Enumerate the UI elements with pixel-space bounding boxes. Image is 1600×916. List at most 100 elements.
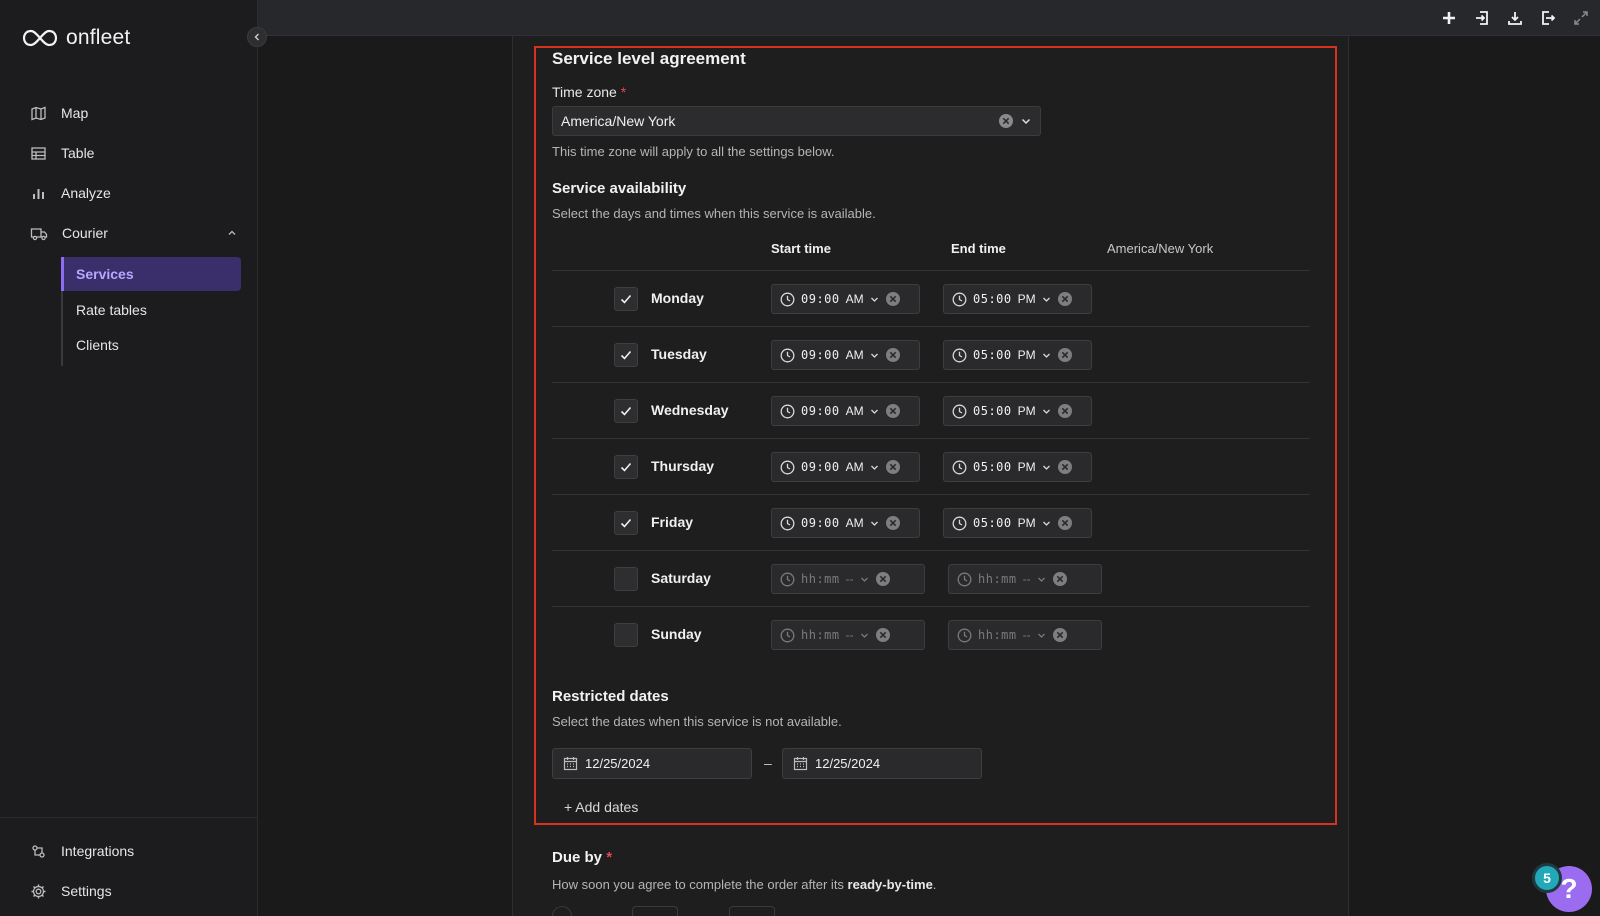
clear-icon[interactable] <box>885 347 901 363</box>
logo-text: onfleet <box>66 26 131 49</box>
clear-icon[interactable] <box>1057 347 1073 363</box>
clear-icon[interactable] <box>1052 571 1068 587</box>
chevron-down-icon <box>870 297 878 302</box>
table-icon <box>31 146 46 160</box>
bar-chart-icon <box>33 188 44 199</box>
due-by-title: Due by * <box>552 849 613 866</box>
clear-icon[interactable] <box>1057 515 1073 531</box>
chevron-up-icon[interactable] <box>227 228 237 238</box>
clock-icon <box>952 460 967 474</box>
date-from-value: 12/25/2024 <box>585 756 651 771</box>
sidebar-item-rate-tables[interactable]: Rate tables <box>63 293 243 327</box>
end-time-value: 05:00 <box>973 404 1012 418</box>
clear-icon[interactable] <box>1057 459 1073 475</box>
sidebar-item-clients[interactable]: Clients <box>63 328 243 362</box>
import-icon[interactable] <box>1473 9 1491 27</box>
start-time-picker[interactable]: 09:00 AM <box>771 452 920 482</box>
day-checkbox[interactable] <box>614 343 638 367</box>
start-time-picker[interactable]: hh:mm -- <box>771 564 925 594</box>
day-checkbox[interactable] <box>614 567 638 591</box>
clear-icon[interactable] <box>885 515 901 531</box>
checkmark-icon <box>620 462 632 472</box>
restricted-dates-title: Restricted dates <box>552 688 669 705</box>
chevron-down-icon <box>860 633 868 638</box>
start-time-picker[interactable]: 09:00 AM <box>771 284 920 314</box>
chevron-down-icon <box>870 521 878 526</box>
onfleet-logo[interactable]: onfleet <box>22 26 130 50</box>
chevron-down-icon <box>1042 465 1050 470</box>
checkmark-icon <box>620 406 632 416</box>
availability-row-sunday: Sunday hh:mm -- hh:mm -- <box>552 606 1310 662</box>
sidebar-item-services[interactable]: Services <box>61 257 241 291</box>
clock-icon <box>780 572 795 586</box>
download-icon[interactable] <box>1506 9 1524 27</box>
chevron-down-icon <box>1042 409 1050 414</box>
availability-title: Service availability <box>552 180 687 197</box>
calendar-icon <box>793 757 808 771</box>
due-by-unit-select[interactable] <box>729 906 775 916</box>
clock-icon <box>780 628 795 642</box>
day-checkbox[interactable] <box>614 399 638 423</box>
sidebar-item-label: Map <box>61 105 89 121</box>
clock-icon <box>952 404 967 418</box>
expand-icon[interactable] <box>1572 9 1590 27</box>
clear-icon[interactable] <box>885 403 901 419</box>
due-by-amount-input[interactable] <box>632 906 678 916</box>
end-time-picker[interactable]: hh:mm -- <box>948 620 1102 650</box>
sidebar-item-map[interactable]: Map <box>30 101 88 125</box>
restricted-date-from[interactable]: 12/25/2024 <box>552 748 752 779</box>
sidebar-item-settings[interactable]: Settings <box>30 879 112 903</box>
start-ampm: AM <box>845 460 864 474</box>
clear-icon[interactable] <box>1057 403 1073 419</box>
clear-icon[interactable] <box>1057 291 1073 307</box>
timezone-hint: This time zone will apply to all the set… <box>552 144 835 159</box>
chevron-down-icon[interactable] <box>1020 115 1032 127</box>
end-time-picker[interactable]: 05:00 PM <box>943 508 1092 538</box>
start-ampm: AM <box>845 404 864 418</box>
end-time-picker[interactable]: 05:00 PM <box>943 396 1092 426</box>
day-checkbox[interactable] <box>614 455 638 479</box>
start-time-picker[interactable]: 09:00 AM <box>771 508 920 538</box>
add-dates-button[interactable]: + Add dates <box>564 799 638 815</box>
start-time-value: 09:00 <box>801 404 840 418</box>
start-time-picker[interactable]: 09:00 AM <box>771 396 920 426</box>
clear-icon[interactable] <box>885 291 901 307</box>
infinity-logo-icon <box>22 29 58 47</box>
end-time-picker[interactable]: 05:00 PM <box>943 452 1092 482</box>
clear-icon[interactable] <box>875 627 891 643</box>
chevron-down-icon <box>1037 577 1045 582</box>
availability-row-wednesday: Wednesday 09:00 AM 05:00 PM <box>552 382 1310 438</box>
sidebar-item-integrations[interactable]: Integrations <box>30 839 134 863</box>
date-to-value: 12/25/2024 <box>815 756 881 771</box>
clear-icon[interactable] <box>998 113 1014 129</box>
clear-icon[interactable] <box>1052 627 1068 643</box>
restricted-date-to[interactable]: 12/25/2024 <box>782 748 982 779</box>
timezone-select[interactable]: America/New York <box>552 106 1041 136</box>
start-time-picker[interactable]: 09:00 AM <box>771 340 920 370</box>
export-icon[interactable] <box>1539 9 1557 27</box>
timezone-column-header: America/New York <box>1107 241 1214 256</box>
end-ampm: PM <box>1017 292 1036 306</box>
end-time-picker[interactable]: 05:00 PM <box>943 284 1092 314</box>
calendar-icon <box>563 757 578 771</box>
day-checkbox[interactable] <box>614 287 638 311</box>
start-time-value: 09:00 <box>801 460 840 474</box>
end-time-picker[interactable]: 05:00 PM <box>943 340 1092 370</box>
sidebar-item-courier[interactable]: Courier <box>30 221 108 245</box>
day-checkbox[interactable] <box>614 511 638 535</box>
sidebar-item-analyze[interactable]: Analyze <box>30 181 111 205</box>
start-time-value: hh:mm <box>801 572 840 586</box>
chevron-down-icon <box>860 577 868 582</box>
clock-icon <box>957 572 972 586</box>
day-checkbox[interactable] <box>614 623 638 647</box>
start-ampm: AM <box>845 348 864 362</box>
clock-icon <box>952 516 967 530</box>
end-time-picker[interactable]: hh:mm -- <box>948 564 1102 594</box>
start-time-picker[interactable]: hh:mm -- <box>771 620 925 650</box>
start-time-value: 09:00 <box>801 516 840 530</box>
clear-icon[interactable] <box>875 571 891 587</box>
sidebar-item-table[interactable]: Table <box>30 141 94 165</box>
add-icon[interactable] <box>1440 9 1458 27</box>
collapse-sidebar-button[interactable] <box>247 27 267 47</box>
clear-icon[interactable] <box>885 459 901 475</box>
